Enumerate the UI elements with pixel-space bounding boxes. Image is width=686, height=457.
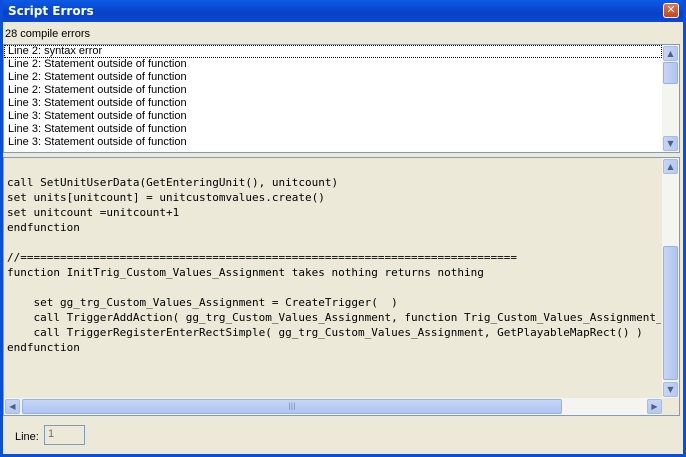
error-list[interactable]: Line 2: syntax error Line 2: Statement ou…	[3, 44, 680, 153]
scroll-down-icon[interactable]: ▼	[663, 382, 678, 397]
code-line: call TriggerRegisterEnterRectSimple( gg_…	[7, 326, 643, 339]
error-list-vertical-scrollbar[interactable]: ▲ ▼	[662, 45, 679, 152]
code-line: endfunction	[7, 221, 80, 234]
error-list-item[interactable]: Line 2: Statement outside of function	[4, 84, 679, 97]
error-list-item[interactable]: Line 2: Statement outside of function	[4, 71, 679, 84]
error-list-item[interactable]: Line 3: Statement outside of function	[4, 110, 679, 123]
error-list-item[interactable]: Line 2: syntax error	[4, 45, 662, 58]
scrollbar-corner	[662, 398, 679, 415]
title-bar[interactable]: Script Errors ✕	[3, 0, 683, 22]
code-line: //======================================…	[7, 251, 517, 264]
line-number-field[interactable]: 1	[44, 425, 85, 445]
line-label: Line:	[15, 431, 39, 443]
scroll-down-icon[interactable]: ▼	[663, 136, 678, 151]
code-horizontal-scrollbar[interactable]: ◀ ||| ▶	[4, 398, 663, 415]
window-title: Script Errors	[8, 4, 94, 18]
error-list-item[interactable]: Line 2: Statement outside of function	[4, 58, 679, 71]
error-list-item[interactable]: Line 3: Statement outside of function	[4, 136, 679, 149]
code-view[interactable]: call SetUnitUserData(GetEnteringUnit(), …	[3, 157, 680, 416]
code-line: call SetUnitUserData(GetEnteringUnit(), …	[7, 176, 339, 189]
scroll-left-icon[interactable]: ◀	[5, 399, 20, 414]
scroll-up-icon[interactable]: ▲	[663, 46, 678, 61]
scrollbar-thumb[interactable]	[663, 62, 678, 84]
code-line: call TriggerAddAction( gg_trg_Custom_Val…	[7, 311, 661, 324]
error-list-item[interactable]: Line 3: Statement outside of function	[4, 123, 679, 136]
scroll-up-icon[interactable]: ▲	[663, 159, 678, 174]
horizontal-scrollbar-thumb[interactable]: |||	[22, 399, 562, 414]
error-list-item[interactable]: Line 3: Statement outside of function	[4, 97, 679, 110]
scrollbar-thumb[interactable]	[663, 246, 678, 380]
close-button[interactable]: ✕	[663, 3, 679, 18]
scroll-right-icon[interactable]: ▶	[647, 399, 662, 414]
code-line: endfunction	[7, 341, 80, 354]
code-text[interactable]: call SetUnitUserData(GetEnteringUnit(), …	[7, 175, 661, 400]
error-count-label: 28 compile errors	[5, 28, 90, 40]
code-line: set gg_trg_Custom_Values_Assignment = Cr…	[7, 296, 398, 309]
code-vertical-scrollbar[interactable]: ▲ ▼	[662, 158, 679, 398]
code-line: set unitcount =unitcount+1	[7, 206, 180, 219]
code-line: function InitTrig_Custom_Values_Assignme…	[7, 266, 484, 279]
error-list-items: Line 2: syntax error Line 2: Statement ou…	[4, 45, 679, 149]
code-line: set units[unitcount] = unitcustomvalues.…	[7, 191, 325, 204]
